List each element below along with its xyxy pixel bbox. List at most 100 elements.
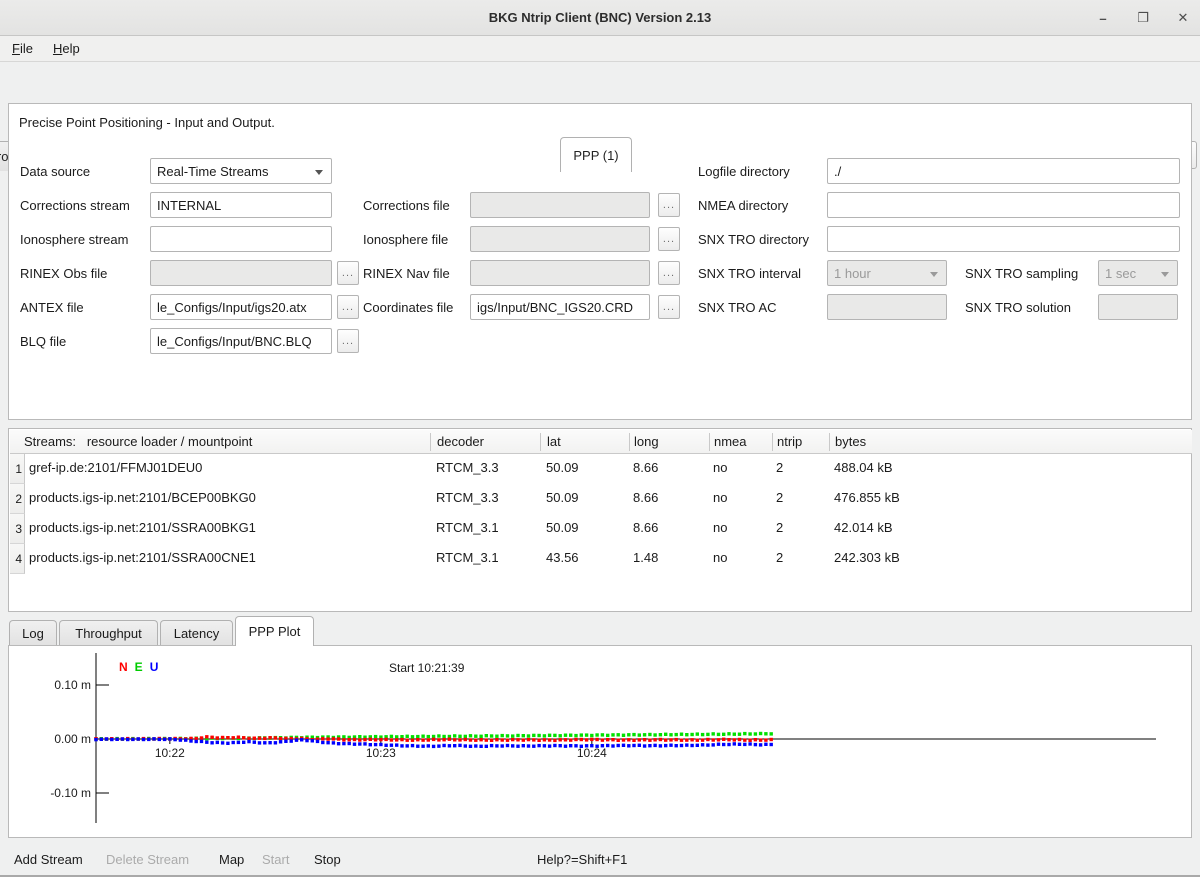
snx-tro-sampling-combo: 1 sec bbox=[1098, 260, 1178, 286]
chevron-down-icon bbox=[930, 272, 938, 277]
cell-ntrip: 2 bbox=[776, 520, 783, 535]
cell-nmea: no bbox=[713, 460, 727, 475]
snx-tro-ac-label: SNX TRO AC bbox=[698, 300, 777, 315]
corrections-file-browse-button[interactable]: ... bbox=[658, 193, 680, 217]
data-source-value: Real-Time Streams bbox=[157, 164, 268, 179]
col-bytes: bytes bbox=[835, 434, 866, 449]
blq-label: BLQ file bbox=[20, 334, 66, 349]
plot-legend-item: E bbox=[135, 660, 143, 674]
minimize-icon[interactable]: – bbox=[1094, 9, 1112, 27]
help-hint: Help?=Shift+F1 bbox=[537, 852, 627, 867]
cell-decoder: RTCM_3.1 bbox=[436, 520, 499, 535]
map-button[interactable]: Map bbox=[219, 852, 244, 867]
plot-legend-item: U bbox=[150, 660, 159, 674]
col-long: long bbox=[634, 434, 659, 449]
plot-legend-item: N bbox=[119, 660, 128, 674]
title-bar[interactable]: BKG Ntrip Client (BNC) Version 2.13 – ❐ … bbox=[0, 0, 1200, 36]
tab-ppp-plot[interactable]: PPP Plot bbox=[235, 616, 314, 646]
corrections-stream-input[interactable] bbox=[150, 192, 332, 218]
cell-lat: 50.09 bbox=[546, 520, 579, 535]
start-button: Start bbox=[262, 852, 289, 867]
cell-decoder: RTCM_3.3 bbox=[436, 460, 499, 475]
corrections-file-label: Corrections file bbox=[363, 198, 450, 213]
coordinates-file-browse-button[interactable]: ... bbox=[658, 295, 680, 319]
streams-table-header: Streams: resource loader / mountpoint de… bbox=[10, 430, 1192, 454]
row-header: 2 bbox=[10, 484, 25, 514]
rinex-nav-browse-button[interactable]: ... bbox=[658, 261, 680, 285]
menu-help[interactable]: Help bbox=[53, 39, 86, 58]
cell-mountpoint: gref-ip.de:2101/FFMJ01DEU0 bbox=[29, 460, 202, 475]
blq-browse-button[interactable]: ... bbox=[337, 329, 359, 353]
y-tick-label: 0.10 m bbox=[31, 678, 91, 692]
x-tick-label: 10:23 bbox=[359, 746, 403, 760]
corrections-stream-label: Corrections stream bbox=[20, 198, 130, 213]
snx-tro-solution-label: SNX TRO solution bbox=[965, 300, 1071, 315]
data-source-label: Data source bbox=[20, 164, 90, 179]
col-lat: lat bbox=[547, 434, 561, 449]
cell-ntrip: 2 bbox=[776, 460, 783, 475]
cell-lat: 50.09 bbox=[546, 460, 579, 475]
y-tick-label: -0.10 m bbox=[31, 786, 91, 800]
ionosphere-file-browse-button[interactable]: ... bbox=[658, 227, 680, 251]
cell-bytes: 488.04 kB bbox=[834, 460, 893, 475]
cell-ntrip: 2 bbox=[776, 490, 783, 505]
config-tab-bar: Broadcast Corrections Feed Engine Serial… bbox=[0, 68, 1200, 103]
cell-lat: 43.56 bbox=[546, 550, 579, 565]
cell-long: 8.66 bbox=[633, 490, 658, 505]
cell-mountpoint: products.igs-ip.net:2101/SSRA00CNE1 bbox=[29, 550, 256, 565]
antex-label: ANTEX file bbox=[20, 300, 84, 315]
tab-log[interactable]: Log bbox=[9, 620, 57, 645]
coordinates-file-input[interactable] bbox=[470, 294, 650, 320]
antex-browse-button[interactable]: ... bbox=[337, 295, 359, 319]
snx-tro-interval-combo: 1 hour bbox=[827, 260, 947, 286]
col-ntrip: ntrip bbox=[777, 434, 802, 449]
snx-tro-sampling-value: 1 sec bbox=[1105, 266, 1136, 281]
nmea-dir-input[interactable] bbox=[827, 192, 1180, 218]
col-nmea: nmea bbox=[714, 434, 747, 449]
row-header: 3 bbox=[10, 514, 25, 544]
tab-latency[interactable]: Latency bbox=[160, 620, 233, 645]
cell-decoder: RTCM_3.3 bbox=[436, 490, 499, 505]
delete-stream-button: Delete Stream bbox=[106, 852, 189, 867]
add-stream-button[interactable]: Add Stream bbox=[14, 852, 83, 867]
stop-button[interactable]: Stop bbox=[314, 852, 341, 867]
ppp-plot: NEU Start 10:21:39 0.10 m0.00 m-0.10 m10… bbox=[8, 645, 1192, 838]
data-source-combo[interactable]: Real-Time Streams bbox=[150, 158, 332, 184]
cell-long: 1.48 bbox=[633, 550, 658, 565]
rinex-nav-label: RINEX Nav file bbox=[363, 266, 450, 281]
y-tick-label: 0.00 m bbox=[31, 732, 91, 746]
chevron-down-icon bbox=[1161, 272, 1169, 277]
menu-file[interactable]: File bbox=[12, 39, 39, 58]
chevron-down-icon bbox=[315, 170, 323, 175]
plot-legend: NEU bbox=[119, 660, 158, 674]
maximize-icon[interactable]: ❐ bbox=[1134, 9, 1152, 27]
window-title: BKG Ntrip Client (BNC) Version 2.13 bbox=[489, 10, 711, 25]
cell-long: 8.66 bbox=[633, 520, 658, 535]
snx-tro-dir-input[interactable] bbox=[827, 226, 1180, 252]
blq-input[interactable] bbox=[150, 328, 332, 354]
x-tick-label: 10:24 bbox=[570, 746, 614, 760]
row-header: 4 bbox=[10, 544, 25, 574]
cell-mountpoint: products.igs-ip.net:2101/BCEP00BKG0 bbox=[29, 490, 256, 505]
ionosphere-stream-input[interactable] bbox=[150, 226, 332, 252]
snx-tro-dir-label: SNX TRO directory bbox=[698, 232, 809, 247]
col-decoder: decoder bbox=[437, 434, 484, 449]
logfile-dir-label: Logfile directory bbox=[698, 164, 790, 179]
ionosphere-file-label: Ionosphere file bbox=[363, 232, 448, 247]
logfile-dir-input[interactable] bbox=[827, 158, 1180, 184]
ionosphere-stream-label: Ionosphere stream bbox=[20, 232, 128, 247]
close-icon[interactable]: ✕ bbox=[1174, 9, 1192, 27]
snx-tro-interval-value: 1 hour bbox=[834, 266, 871, 281]
rinex-obs-browse-button[interactable]: ... bbox=[337, 261, 359, 285]
cell-bytes: 242.303 kB bbox=[834, 550, 900, 565]
tab-ppp-1[interactable]: PPP (1) bbox=[560, 137, 632, 172]
corrections-file-input bbox=[470, 192, 650, 218]
antex-input[interactable] bbox=[150, 294, 332, 320]
menu-bar: File Help bbox=[0, 36, 1200, 62]
cell-lat: 50.09 bbox=[546, 490, 579, 505]
ionosphere-file-input bbox=[470, 226, 650, 252]
cell-nmea: no bbox=[713, 490, 727, 505]
tab-throughput[interactable]: Throughput bbox=[59, 620, 158, 645]
rinex-nav-input bbox=[470, 260, 650, 286]
cell-nmea: no bbox=[713, 520, 727, 535]
